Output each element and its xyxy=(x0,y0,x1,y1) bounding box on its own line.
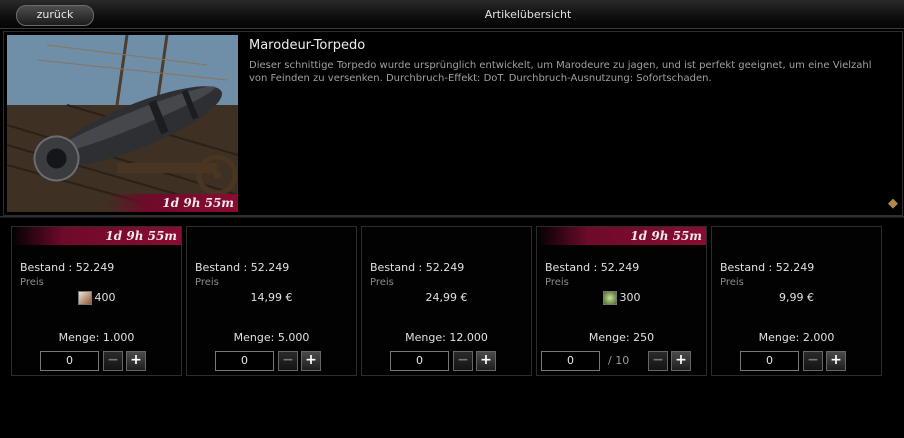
price-label: Preis xyxy=(195,277,219,288)
amount-label: Menge: 12.000 xyxy=(405,331,488,344)
item-detail-panel: 1d 9h 55m Marodeur-Torpedo Dieser schnit… xyxy=(3,31,903,216)
top-bar: zurück Artikelübersicht xyxy=(0,0,904,29)
price-value: 14,99 € xyxy=(250,291,293,304)
item-image: 1d 9h 55m xyxy=(7,35,238,212)
price-label: Preis xyxy=(545,277,569,288)
torpedo-illustration xyxy=(7,35,238,212)
increase-button[interactable]: + xyxy=(126,351,146,371)
price-value: 300 xyxy=(537,291,706,305)
amount-label: Menge: 5.000 xyxy=(233,331,310,344)
page-title: Artikelübersicht xyxy=(484,8,572,21)
premium-currency-icon xyxy=(77,291,92,305)
increase-button[interactable]: + xyxy=(301,351,321,371)
item-timer-badge: 1d 9h 55m xyxy=(107,194,238,212)
stock-label: Bestand : 52.249 xyxy=(195,261,290,274)
item-name: Marodeur-Torpedo xyxy=(249,38,366,53)
quantity-input[interactable]: 0 xyxy=(390,351,449,371)
decrease-button[interactable]: − xyxy=(803,351,823,371)
price-label: Preis xyxy=(20,277,44,288)
quantity-input[interactable]: 0 xyxy=(541,351,600,371)
quantity-max: / 10 xyxy=(608,354,630,367)
decrease-button[interactable]: − xyxy=(278,351,298,371)
stock-label: Bestand : 52.249 xyxy=(545,261,640,274)
decrease-button[interactable]: − xyxy=(453,351,473,371)
price-value: 9,99 € xyxy=(779,291,814,304)
resize-handle-icon[interactable]: ◆ xyxy=(888,196,898,211)
amount-label: Menge: 250 xyxy=(588,331,655,344)
stock-label: Bestand : 52.249 xyxy=(720,261,815,274)
item-description: Dieser schnittige Torpedo wurde ursprüng… xyxy=(249,60,872,84)
amount-label: Menge: 2.000 xyxy=(758,331,835,344)
quantity-input[interactable]: 0 xyxy=(40,351,99,371)
price-amount: 400 xyxy=(94,291,116,304)
price-value: 400 xyxy=(12,291,181,305)
offer-card: Bestand : 52.249 Preis 9,99 € Menge: 2.0… xyxy=(711,226,882,376)
offer-card: Bestand : 52.249 Preis 14,99 € Menge: 5.… xyxy=(186,226,357,376)
event-currency-icon xyxy=(602,291,617,305)
offer-timer-badge: 1d 9h 55m xyxy=(537,227,706,245)
price-label: Preis xyxy=(720,277,744,288)
offer-card: Bestand : 52.249 Preis 24,99 € Menge: 12… xyxy=(361,226,532,376)
quantity-input[interactable]: 0 xyxy=(740,351,799,371)
price-label: Preis xyxy=(370,277,394,288)
decrease-button[interactable]: − xyxy=(103,351,123,371)
quantity-input[interactable]: 0 xyxy=(215,351,274,371)
stock-label: Bestand : 52.249 xyxy=(20,261,115,274)
increase-button[interactable]: + xyxy=(671,351,691,371)
offer-timer-badge: 1d 9h 55m xyxy=(12,227,181,245)
price-amount: 300 xyxy=(619,291,641,304)
offer-card: 1d 9h 55m Bestand : 52.249 Preis 400 Men… xyxy=(11,226,182,376)
decrease-button[interactable]: − xyxy=(648,351,668,371)
increase-button[interactable]: + xyxy=(826,351,846,371)
increase-button[interactable]: + xyxy=(476,351,496,371)
stock-label: Bestand : 52.249 xyxy=(370,261,465,274)
offer-card: 1d 9h 55m Bestand : 52.249 Preis 300 Men… xyxy=(536,226,707,376)
price-value: 24,99 € xyxy=(425,291,468,304)
divider xyxy=(0,216,904,218)
amount-label: Menge: 1.000 xyxy=(58,331,135,344)
